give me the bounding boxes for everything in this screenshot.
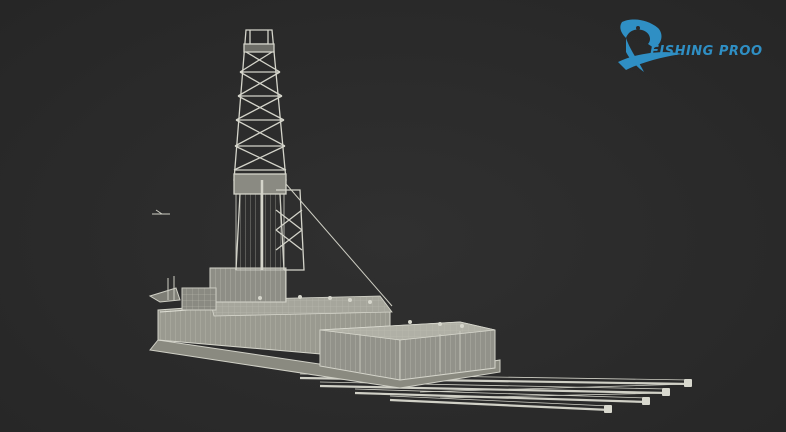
render-viewport: FISHING PROO xyxy=(0,0,786,432)
antenna xyxy=(152,209,170,215)
logo-text: FISHING PROO xyxy=(650,44,763,59)
derrick-tower xyxy=(233,29,305,271)
guy-wire xyxy=(285,183,393,307)
